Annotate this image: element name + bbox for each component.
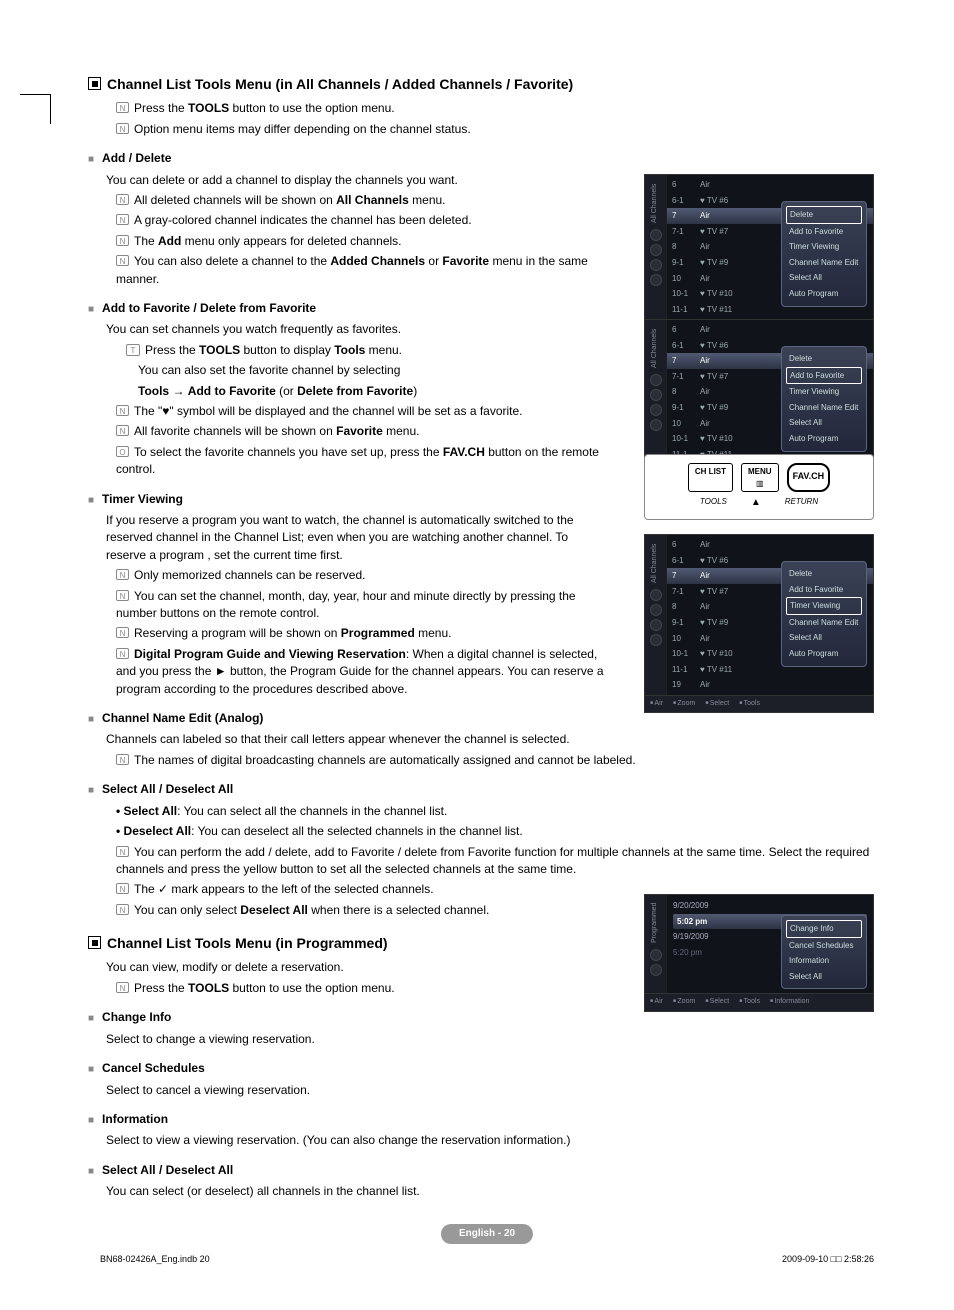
note: OTo select the favorite channels you hav… — [116, 444, 606, 479]
body-text: You can set channels you watch frequentl… — [106, 321, 596, 338]
note: NYou can set the channel, month, day, ye… — [116, 588, 606, 623]
subheading-cancel-schedules: ■Cancel Schedules — [88, 1060, 914, 1078]
note: NDigital Program Guide and Viewing Reser… — [116, 646, 606, 698]
body-text: You can select (or deselect) all channel… — [106, 1183, 906, 1200]
note: NThe Add menu only appears for deleted c… — [116, 233, 606, 250]
subheading-change-info: ■Change Info — [88, 1009, 914, 1027]
osd-programmed: Programmed 9/20/2009 5:02 pm3 9/19/2009 … — [644, 894, 874, 1012]
subheading-information: ■Information — [88, 1111, 914, 1129]
page-number: English - 20 — [441, 1224, 533, 1245]
osd-tools-menu: Delete Add to Favorite Timer Viewing Cha… — [781, 561, 867, 667]
body-text: You can delete or add a channel to displ… — [106, 172, 596, 189]
note: NAll deleted channels will be shown on A… — [116, 192, 606, 209]
osd-tools-menu: Delete Add to Favorite Timer Viewing Cha… — [781, 201, 867, 307]
osd-tools-menu: Change Info Cancel Schedules Information… — [781, 915, 867, 989]
subheading-add-delete: ■Add / Delete — [88, 150, 914, 168]
body-text: Select to cancel a viewing reservation. — [106, 1082, 596, 1099]
remote-return-label: RETURN — [785, 496, 818, 511]
note: NThe "♥" symbol will be displayed and th… — [116, 403, 606, 420]
note: NThe names of digital broadcasting chann… — [116, 752, 914, 769]
subheading-select-all-2: ■Select All / Deselect All — [88, 1162, 914, 1180]
remote-illustration: CH LIST MENU▥ FAV.CH TOOLS ▲ RETURN — [644, 454, 874, 520]
remote-favch-button: FAV.CH — [787, 463, 831, 492]
body-text: You can view, modify or delete a reserva… — [106, 959, 596, 976]
osd-channel-row: 19Air — [667, 677, 873, 693]
print-footer: BN68-02426A_Eng.indb 20 2009-09-10 □□ 2:… — [100, 1247, 874, 1266]
tools-line: You can also set the favorite channel by… — [138, 362, 608, 379]
up-arrow-icon: ▲ — [751, 496, 761, 511]
note: NYou can perform the add / delete, add t… — [116, 844, 914, 879]
tools-line: Tools → Add to Favorite (or Delete from … — [138, 383, 608, 400]
bullet: Select All: You can select all the chann… — [116, 803, 914, 820]
note: NYou can also delete a channel to the Ad… — [116, 253, 606, 288]
body-text: Channels can labeled so that their call … — [106, 731, 906, 748]
note: NOnly memorized channels can be reserved… — [116, 567, 606, 584]
remote-chlist-button: CH LIST — [688, 463, 733, 492]
note: NAll favorite channels will be shown on … — [116, 423, 606, 440]
note: NPress the TOOLS button to use the optio… — [116, 100, 914, 117]
remote-icon: O — [116, 446, 129, 457]
remote-menu-button: MENU▥ — [741, 463, 779, 492]
body-text: Select to view a viewing reservation. (Y… — [106, 1132, 906, 1149]
osd-channel-row: 6Air — [667, 177, 873, 193]
bullet: Deselect All: You can deselect all the s… — [116, 823, 914, 840]
osd-channel-row: 6Air — [667, 322, 873, 338]
body-text: Select to change a viewing reservation. — [106, 1031, 596, 1048]
note: NPress the TOOLS button to use the optio… — [116, 980, 606, 997]
osd-tools-menu: Delete Add to Favorite Timer Viewing Cha… — [781, 346, 867, 452]
note: NOption menu items may differ depending … — [116, 121, 914, 138]
osd-channel-row: 6Air — [667, 537, 873, 553]
subheading-select-all: ■Select All / Deselect All — [88, 781, 914, 799]
body-text: If you reserve a program you want to wat… — [106, 512, 596, 564]
osd-all-channels-timer: All Channels 6Air6-1♥ TV #67Air7-1♥ TV #… — [644, 534, 874, 713]
tools-line: TPress the TOOLS button to display Tools… — [126, 342, 596, 359]
section-header-all: Channel List Tools Menu (in All Channels… — [88, 74, 914, 94]
note: NReserving a program will be shown on Pr… — [116, 625, 606, 642]
note: NA gray-colored channel indicates the ch… — [116, 212, 606, 229]
remote-tools-label: TOOLS — [700, 496, 727, 511]
